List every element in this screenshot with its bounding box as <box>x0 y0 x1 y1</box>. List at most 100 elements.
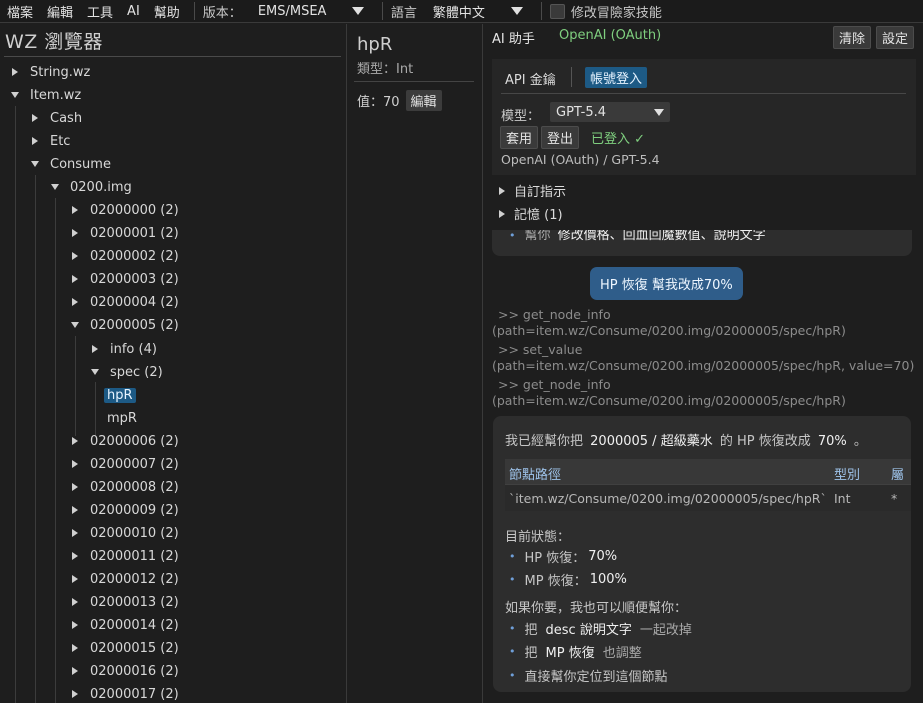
tree-node[interactable]: info (4) <box>91 339 157 359</box>
tree-node[interactable]: 02000016 (2) <box>71 661 179 681</box>
chevron-right-icon[interactable] <box>72 667 78 675</box>
tree-node[interactable]: 02000013 (2) <box>71 592 179 612</box>
tab-api-key[interactable]: API 金鑰 <box>505 69 556 88</box>
tool-call-args: (path=item.wz/Consume/0200.img/02000005/… <box>492 323 846 338</box>
tree-node[interactable]: 02000007 (2) <box>71 454 179 474</box>
chevron-right-icon[interactable] <box>72 598 78 606</box>
tree-node-label: 02000013 (2) <box>90 594 179 610</box>
reply-highlight: 70% <box>817 434 847 449</box>
clear-button[interactable]: 清除 <box>833 26 872 49</box>
chevron-down-icon[interactable] <box>11 92 19 98</box>
tree-node[interactable]: 02000002 (2) <box>71 246 179 266</box>
node-detail-panel: hpR 類型：Int 值：70 編輯 <box>348 24 483 703</box>
menu-edit[interactable]: 編輯 <box>47 2 73 21</box>
tree-node[interactable]: Consume <box>31 154 111 174</box>
edit-value-button[interactable]: 編輯 <box>405 90 442 111</box>
list-item: • HP 恢復： 70% <box>509 547 620 566</box>
tree-node-label: info (4) <box>110 341 157 357</box>
tree-node[interactable]: 02000015 (2) <box>71 638 179 658</box>
model-select[interactable]: GPT-5.4 <box>550 102 670 122</box>
tree-node-label: 02000007 (2) <box>90 456 179 472</box>
tree-node[interactable]: 02000011 (2) <box>71 546 179 566</box>
modify-skill-checkbox[interactable] <box>549 3 565 19</box>
chevron-right-icon[interactable] <box>72 506 78 514</box>
version-select[interactable]: EMS/MSEA <box>252 1 370 21</box>
chevron-right-icon[interactable] <box>72 575 78 583</box>
tree-node[interactable]: 02000008 (2) <box>71 477 179 497</box>
tree-node-selected[interactable]: hpR <box>104 385 136 405</box>
tree-node[interactable]: 02000012 (2) <box>71 569 179 589</box>
tree-node[interactable]: mpR <box>107 408 137 428</box>
chevron-right-icon[interactable] <box>72 690 78 698</box>
chevron-right-icon[interactable] <box>92 345 98 353</box>
chevron-right-icon[interactable] <box>72 229 78 237</box>
tree-node[interactable]: Item.wz <box>11 85 81 105</box>
tree-node[interactable]: Etc <box>31 131 70 151</box>
chevron-down-icon[interactable] <box>71 322 79 328</box>
modify-skill-label: 修改冒險家技能 <box>570 5 662 21</box>
tool-call-line: >> set_value <box>498 342 583 357</box>
tree-node[interactable]: 02000005 (2) <box>71 315 179 335</box>
tree-node-label: Item.wz <box>30 87 82 103</box>
tree-node[interactable]: String.wz <box>11 62 90 82</box>
chevron-down-icon[interactable] <box>31 161 39 167</box>
tree-node[interactable]: Cash <box>31 108 82 128</box>
tree-node[interactable]: spec (2) <box>91 362 163 382</box>
ai-provider-label: OpenAI (OAuth) <box>559 28 662 43</box>
chevron-right-icon[interactable] <box>72 552 78 560</box>
settings-button[interactable]: 設定 <box>876 26 915 49</box>
chevron-right-icon[interactable] <box>32 114 38 122</box>
bullet-icon: • <box>509 645 516 658</box>
tree-node[interactable]: 02000009 (2) <box>71 500 179 520</box>
chevron-right-icon[interactable] <box>32 137 38 145</box>
tree-node[interactable]: 02000010 (2) <box>71 523 179 543</box>
chevron-right-icon[interactable] <box>72 460 78 468</box>
tree-node-label: 0200.img <box>70 179 132 195</box>
tree-node[interactable]: 02000006 (2) <box>71 431 179 451</box>
menu-tools[interactable]: 工具 <box>87 2 113 21</box>
tree-node-label: mpR <box>107 410 137 426</box>
chevron-right-icon[interactable] <box>72 644 78 652</box>
apply-button[interactable]: 套用 <box>500 126 539 149</box>
tree-node[interactable]: 02000003 (2) <box>71 269 179 289</box>
menu-ai[interactable]: AI <box>127 4 140 19</box>
node-value-row: 值：70 編輯 <box>357 90 442 111</box>
chevron-right-icon[interactable] <box>72 621 78 629</box>
chevron-right-icon[interactable] <box>72 275 78 283</box>
chevron-right-icon[interactable] <box>72 437 78 445</box>
language-select[interactable]: 繁體中文 <box>427 1 529 21</box>
chevron-right-icon[interactable] <box>72 483 78 491</box>
tree-node[interactable]: 02000001 (2) <box>71 223 179 243</box>
menu-help[interactable]: 幫助 <box>154 2 180 21</box>
menubar-separator <box>381 2 383 20</box>
bullet-icon: • <box>509 622 516 635</box>
logout-button[interactable]: 登出 <box>541 126 580 149</box>
menubar-separator <box>193 2 195 20</box>
chevron-down-icon[interactable] <box>51 184 59 190</box>
table-cell: Int <box>834 491 851 506</box>
chevron-right-icon[interactable] <box>12 68 18 76</box>
reply-text: 我已經幫你把 <box>505 434 584 449</box>
memory-toggle[interactable]: 記憶 (1) <box>498 204 563 223</box>
tree-node[interactable]: 0200.img <box>51 177 132 197</box>
chevron-right-icon[interactable] <box>72 206 78 214</box>
status-label: MP 恢復： <box>524 574 587 589</box>
tab-account-login[interactable]: 帳號登入 <box>585 67 648 88</box>
table-cell: `item.wz/Consume/0200.img/02000005/spec/… <box>509 491 827 506</box>
offer-text: 把 <box>524 646 538 661</box>
list-item: • 把 desc 說明文字 一起改掉 <box>509 619 692 638</box>
chevron-down-icon[interactable] <box>91 369 99 375</box>
menu-file[interactable]: 檔案 <box>7 2 33 21</box>
tree-node[interactable]: 02000000 (2) <box>71 200 179 220</box>
chevron-right-icon[interactable] <box>72 252 78 260</box>
chevron-right-icon[interactable] <box>72 298 78 306</box>
model-label: 模型： <box>501 109 541 124</box>
divider <box>354 81 474 82</box>
tree-node[interactable]: 02000017 (2) <box>71 684 179 703</box>
custom-instructions-toggle[interactable]: 自訂指示 <box>498 181 566 200</box>
tree-node[interactable]: 02000004 (2) <box>71 292 179 312</box>
chevron-right-icon[interactable] <box>72 529 78 537</box>
list-item: • MP 恢復： 100% <box>509 570 630 589</box>
tree-node[interactable]: 02000014 (2) <box>71 615 179 635</box>
offer-highlight: desc 說明文字 <box>545 623 632 638</box>
